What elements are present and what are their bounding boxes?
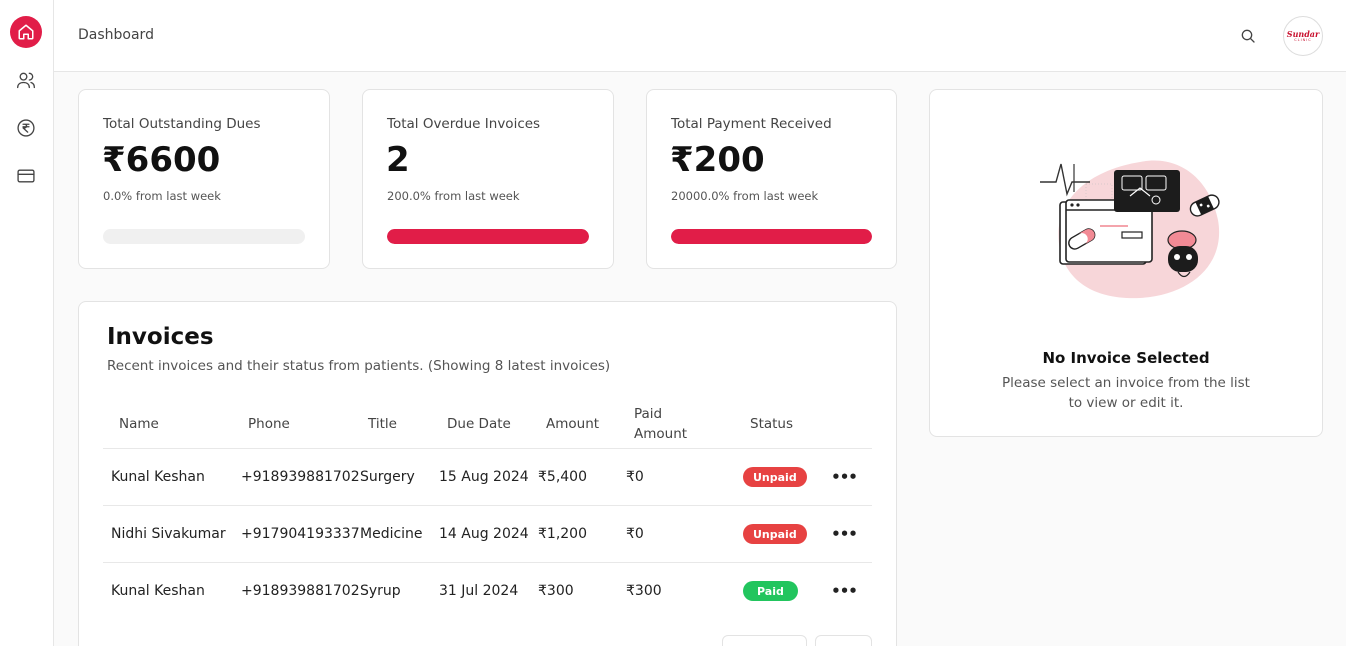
cell-name: Kunal Keshan — [111, 469, 205, 485]
sidebar-item-billing[interactable] — [10, 160, 42, 192]
cell-title: Syrup — [360, 583, 401, 599]
stat-value: ₹6600 — [102, 140, 221, 180]
search-icon — [1241, 29, 1255, 43]
page-title: Dashboard — [78, 27, 154, 43]
sidebar-item-patients[interactable] — [10, 64, 42, 96]
stat-value: ₹200 — [670, 140, 765, 180]
column-header-due-date[interactable]: Due Date — [447, 414, 511, 434]
cell-phone: +918939881702 — [241, 583, 360, 599]
sidebar-item-payments[interactable] — [10, 112, 42, 144]
cell-amount: ₹1,200 — [538, 526, 587, 542]
sidebar — [0, 0, 54, 646]
stat-progress-fill — [671, 229, 872, 244]
more-horizontal-icon[interactable]: ••• — [831, 469, 858, 484]
cell-due-date: 14 Aug 2024 — [439, 526, 529, 542]
topbar: Dashboard Sundar CLINIC — [54, 0, 1346, 72]
stat-label: Total Payment Received — [671, 116, 832, 132]
stat-progress-bar — [387, 229, 589, 244]
sidebar-item-home[interactable] — [10, 16, 42, 48]
cell-title: Surgery — [360, 469, 415, 485]
more-horizontal-icon[interactable]: ••• — [831, 583, 858, 598]
status-badge: Unpaid — [743, 467, 807, 487]
search-button[interactable] — [1238, 26, 1258, 46]
avatar-logo-line2: CLINIC — [1294, 37, 1312, 42]
column-header-amount[interactable]: Amount — [546, 414, 599, 434]
row-divider — [103, 505, 872, 506]
cell-due-date: 15 Aug 2024 — [439, 469, 529, 485]
empty-state-title: No Invoice Selected — [1042, 349, 1210, 367]
avatar-logo-line1: Sundar — [1286, 28, 1320, 39]
credit-card-icon — [17, 169, 35, 183]
stat-progress-bar — [103, 229, 305, 244]
pagination-next-button[interactable] — [815, 635, 872, 646]
cell-amount: ₹5,400 — [538, 469, 587, 485]
cell-paid-amount: ₹300 — [626, 583, 662, 599]
invoice-detail-panel: No Invoice Selected Please select an inv… — [929, 89, 1323, 437]
stat-value: 2 — [386, 140, 410, 180]
cell-amount: ₹300 — [538, 583, 574, 599]
cell-paid-amount: ₹0 — [626, 469, 644, 485]
stat-change: 200.0% from last week — [387, 189, 520, 203]
column-header-paid-amount[interactable]: Paid Amount — [634, 404, 704, 444]
column-header-phone[interactable]: Phone — [248, 414, 290, 434]
stat-label: Total Outstanding Dues — [103, 116, 261, 132]
empty-state-message: Please select an invoice from the list t… — [1002, 375, 1250, 411]
row-divider — [103, 562, 872, 563]
stat-card-received: Total Payment Received ₹200 20000.0% fro… — [646, 89, 897, 269]
stat-card-overdue: Total Overdue Invoices 2 200.0% from las… — [362, 89, 614, 269]
pagination-previous-button[interactable] — [722, 635, 807, 646]
table-divider — [103, 448, 872, 449]
cell-due-date: 31 Jul 2024 — [439, 583, 519, 599]
stat-change: 0.0% from last week — [103, 189, 221, 203]
users-icon — [17, 72, 35, 89]
invoices-subtitle: Recent invoices and their status from pa… — [107, 358, 611, 374]
stat-progress-bar — [671, 229, 872, 244]
cell-phone: +918939881702 — [241, 469, 360, 485]
stat-label: Total Overdue Invoices — [387, 116, 541, 132]
empty-state-illustration — [1040, 160, 1220, 299]
stat-change: 20000.0% from last week — [671, 189, 819, 203]
more-horizontal-icon[interactable]: ••• — [831, 526, 858, 541]
home-icon — [18, 24, 34, 40]
cell-phone: +917904193337 — [241, 526, 360, 542]
stat-progress-fill — [387, 229, 589, 244]
column-header-title[interactable]: Title — [368, 414, 397, 434]
column-header-status[interactable]: Status — [750, 414, 793, 434]
cell-paid-amount: ₹0 — [626, 526, 644, 542]
status-badge: Unpaid — [743, 524, 807, 544]
invoices-card: Invoices Recent invoices and their statu… — [78, 301, 897, 646]
rupee-icon — [17, 119, 35, 137]
invoices-title: Invoices — [107, 324, 214, 350]
avatar[interactable]: Sundar CLINIC — [1283, 16, 1323, 56]
status-badge: Paid — [743, 581, 798, 601]
cell-title: Medicine — [360, 526, 423, 542]
column-header-name[interactable]: Name — [119, 414, 159, 434]
cell-name: Nidhi Sivakumar — [111, 526, 226, 542]
cell-name: Kunal Keshan — [111, 583, 205, 599]
stat-card-outstanding: Total Outstanding Dues ₹6600 0.0% from l… — [78, 89, 330, 269]
